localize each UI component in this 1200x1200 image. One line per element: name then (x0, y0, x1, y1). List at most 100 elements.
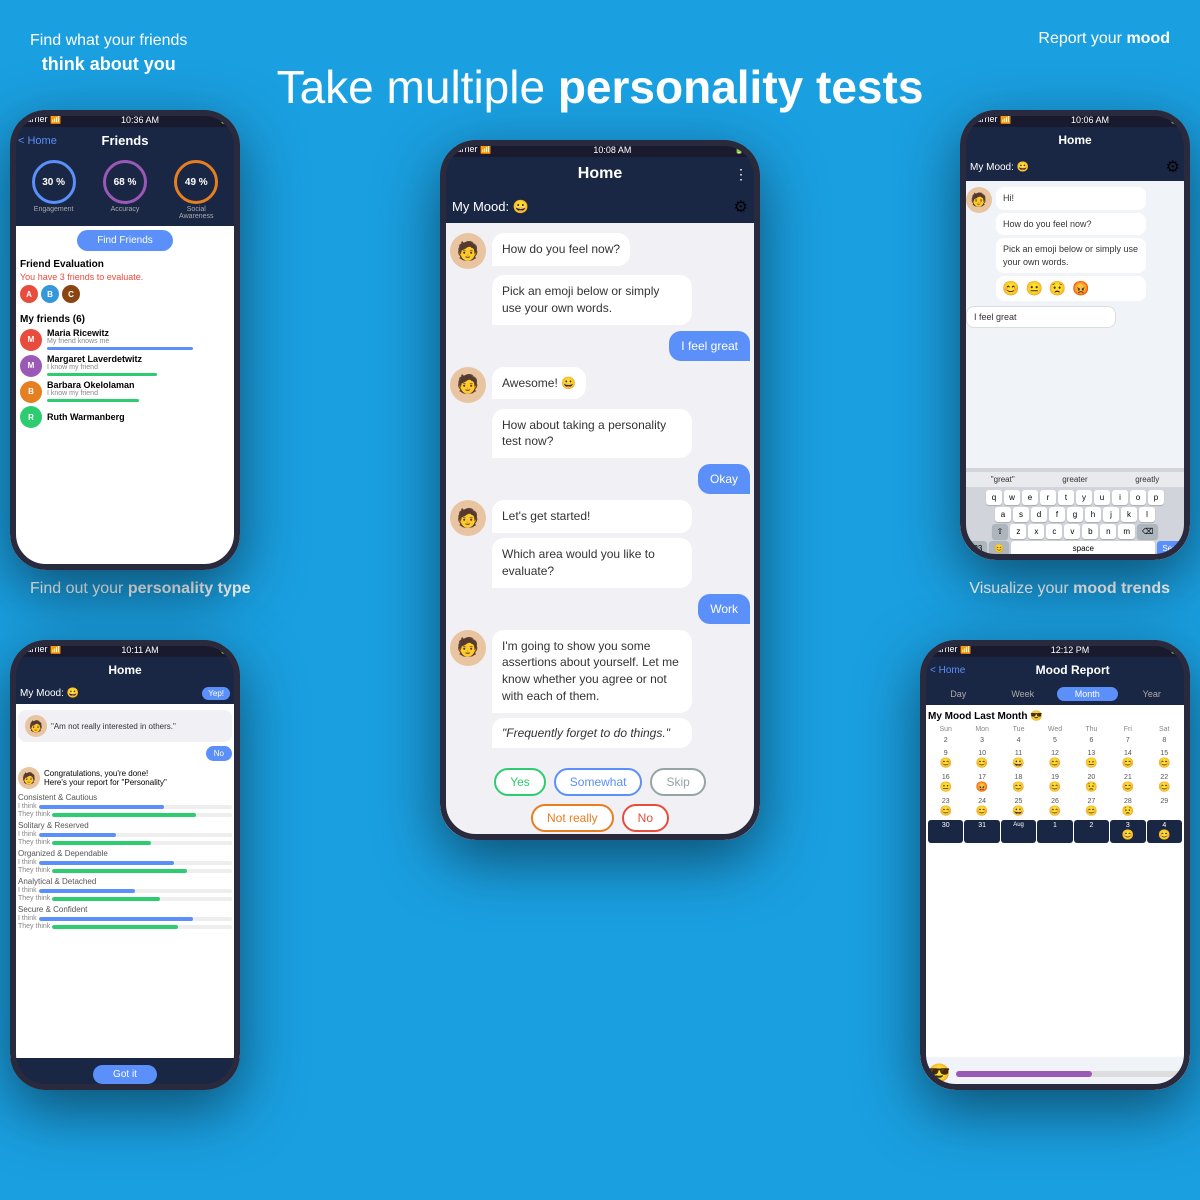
cal-cell: 15😊 (1147, 748, 1182, 771)
mood-label-4: My Mood: 😀 (20, 688, 79, 699)
key-space[interactable]: space (1011, 541, 1155, 556)
key-y[interactable]: y (1076, 490, 1092, 505)
suggestion-great[interactable]: "great" (991, 475, 1015, 484)
phone2-inner: Carrier 📶 10:08 AM 🔋+ Home ⋮ My Mood: 😀 … (440, 140, 760, 840)
mood-trend-fill (956, 1071, 1091, 1077)
friend-evaluation-section: Friend Evaluation You have 3 friends to … (10, 255, 240, 310)
skip-button[interactable]: Skip (650, 768, 705, 796)
key-q[interactable]: q (986, 490, 1002, 505)
key-num[interactable]: 123 (964, 541, 987, 556)
emoji-row: 😊 😐 😟 😡 (996, 276, 1146, 301)
key-m[interactable]: m (1118, 524, 1135, 539)
key-x[interactable]: x (1028, 524, 1044, 539)
ruth-name: Ruth Warmanberg (47, 412, 230, 422)
tab-month[interactable]: Month (1057, 687, 1118, 701)
emoji-happy[interactable]: 😊 (1002, 280, 1019, 297)
social-label: SocialAwareness (174, 206, 218, 220)
tab-day[interactable]: Day (928, 687, 989, 701)
key-a[interactable]: a (995, 507, 1011, 522)
keyboard-keys: qwertyuiop asdfghjkl ⇧zxcvbnm⌫ 123 😊 spa… (964, 490, 1186, 556)
yep-button[interactable]: Yep! (202, 687, 230, 700)
key-l[interactable]: l (1139, 507, 1155, 522)
key-d[interactable]: d (1031, 507, 1047, 522)
menu-icon[interactable]: ⋮ (734, 166, 748, 183)
cal-cell-aug: Aug (1001, 820, 1036, 843)
suggestion-greatly[interactable]: greatly (1135, 475, 1159, 484)
carrier: Carrier 📶 (20, 114, 61, 125)
find-friends-button[interactable]: Find Friends (77, 230, 173, 251)
key-shift[interactable]: ⇧ (992, 524, 1009, 539)
cal-cell-3: 3😊 (1110, 820, 1145, 843)
main-headline: Take multiple personality tests (277, 60, 924, 114)
barbara-avatar: B (20, 381, 42, 403)
congrats-section: 🧑 Congratulations, you're done! Here's y… (18, 767, 232, 789)
cal-cell: 13😐 (1074, 748, 1109, 771)
friend-ruth: R Ruth Warmanberg (20, 406, 230, 428)
tab-year[interactable]: Year (1122, 687, 1183, 701)
key-r[interactable]: r (1040, 490, 1056, 505)
cal-cell: 9😊 (928, 748, 963, 771)
key-t[interactable]: t (1058, 490, 1074, 505)
emoji-sad[interactable]: 😟 (1049, 280, 1066, 297)
emoji-angry[interactable]: 😡 (1072, 280, 1089, 297)
cal-cell: 5 (1037, 735, 1072, 747)
maria-bar (47, 347, 193, 350)
bubble-hi: Hi! (996, 187, 1146, 210)
key-n[interactable]: n (1100, 524, 1116, 539)
gear-icon-3[interactable]: ⚙ (1166, 157, 1180, 177)
phone-chat: Carrier 📶 10:08 AM 🔋+ Home ⋮ My Mood: 😀 … (440, 140, 760, 840)
tab-week[interactable]: Week (993, 687, 1054, 701)
key-emoji[interactable]: 😊 (989, 541, 1009, 556)
got-it-section: Got it (10, 1058, 240, 1090)
yes-button[interactable]: Yes (494, 768, 546, 796)
somewhat-button[interactable]: Somewhat (554, 768, 643, 796)
cal-cell: 25😀 (1001, 796, 1036, 819)
key-backspace[interactable]: ⌫ (1137, 524, 1158, 539)
cal-cell: 11😀 (1001, 748, 1036, 771)
key-o[interactable]: o (1130, 490, 1146, 505)
phone-personality: Carrier 📶 10:11 AM 🔋 Home My Mood: 😀 Yep… (10, 640, 240, 1090)
tabs-bar: Day Week Month Year (920, 683, 1190, 705)
bot-avatar: 🧑 (450, 233, 486, 269)
cal-grid: 2 3 4 5 6 7 8 9😊 10😊 11😀 12😊 13😐 14😊 15😊… (928, 735, 1182, 843)
back-button[interactable]: < Home (18, 135, 57, 147)
got-it-button[interactable]: Got it (93, 1065, 157, 1084)
month-title: My Mood Last Month 😎 (928, 711, 1182, 722)
emoji-neutral[interactable]: 😐 (1025, 280, 1042, 297)
personality-content: 🧑 "Am not really interested in others." … (10, 704, 240, 1058)
gear-icon-2[interactable]: ⚙ (734, 197, 748, 217)
no-button[interactable]: No (622, 804, 669, 832)
key-i[interactable]: i (1112, 490, 1128, 505)
key-c[interactable]: c (1046, 524, 1062, 539)
key-f[interactable]: f (1049, 507, 1065, 522)
key-k[interactable]: k (1121, 507, 1137, 522)
key-w[interactable]: w (1004, 490, 1020, 505)
mood-bar-4: My Mood: 😀 Yep! (10, 683, 240, 704)
key-g[interactable]: g (1067, 507, 1083, 522)
bot-avatar-4: 🧑 (450, 630, 486, 666)
cal-cell: 27😊 (1074, 796, 1109, 819)
margaret-bar (47, 373, 157, 376)
key-u[interactable]: u (1094, 490, 1110, 505)
cal-tue: Tue (1001, 726, 1036, 733)
msg-feel-now: 🧑 How do you feel now? (450, 233, 750, 269)
key-s[interactable]: s (1013, 507, 1029, 522)
key-b[interactable]: b (1082, 524, 1098, 539)
time-5: 12:12 PM (1051, 645, 1090, 655)
key-p[interactable]: p (1148, 490, 1164, 505)
key-z[interactable]: z (1010, 524, 1026, 539)
cal-cell: 14😊 (1110, 748, 1145, 771)
key-send[interactable]: Send (1157, 541, 1186, 556)
caption-bl-text: Find out your (30, 580, 128, 597)
carrier-2: Carrier 📶 (450, 144, 491, 155)
back-button-5[interactable]: < Home (930, 665, 965, 676)
caption-bottom-left: Find out your personality type (30, 580, 251, 598)
nav-bar-2: Home ⋮ (440, 157, 760, 191)
key-h[interactable]: h (1085, 507, 1101, 522)
suggestion-greater[interactable]: greater (1062, 475, 1087, 484)
not-really-button[interactable]: Not really (531, 804, 614, 832)
key-v[interactable]: v (1064, 524, 1080, 539)
barbara-sub: I know my friend (47, 390, 230, 397)
key-e[interactable]: e (1022, 490, 1038, 505)
key-j[interactable]: j (1103, 507, 1119, 522)
